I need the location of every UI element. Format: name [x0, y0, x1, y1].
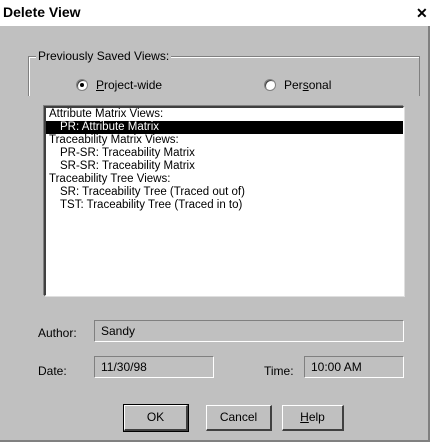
- list-item[interactable]: Traceability Tree Views:: [46, 173, 403, 186]
- personal-radio-indicator: [264, 79, 276, 91]
- dialog-title: Delete View: [3, 4, 81, 20]
- project-wide-radio[interactable]: Project-wide: [76, 78, 162, 92]
- ok-button[interactable]: OK: [123, 404, 189, 432]
- list-item[interactable]: PR-SR: Traceability Matrix: [46, 147, 403, 160]
- list-item[interactable]: SR: Traceability Tree (Traced out of): [46, 186, 403, 199]
- delete-view-dialog: Delete View ✕ Previously Saved Views: Pr…: [0, 0, 430, 442]
- project-wide-radio-indicator: [76, 79, 88, 91]
- list-item[interactable]: Attribute Matrix Views:: [46, 108, 403, 121]
- close-icon[interactable]: ✕: [416, 4, 430, 22]
- time-field: 10:00 AM: [304, 356, 404, 378]
- list-item[interactable]: TST: Traceability Tree (Traced in to): [46, 199, 403, 212]
- list-item[interactable]: PR: Attribute Matrix: [46, 121, 403, 134]
- list-item[interactable]: Traceability Matrix Views:: [46, 134, 403, 147]
- list-item[interactable]: SR-SR: Traceability Matrix: [46, 160, 403, 173]
- date-field: 11/30/98: [94, 356, 214, 378]
- help-button[interactable]: Help: [282, 405, 344, 431]
- cancel-button[interactable]: Cancel: [206, 405, 272, 431]
- author-label: Author:: [38, 326, 77, 340]
- author-field: Sandy: [94, 320, 404, 342]
- project-wide-radio-label: Project-wide: [96, 78, 163, 92]
- title-bar: Delete View ✕: [0, 0, 430, 26]
- personal-radio-label: Personal: [284, 78, 332, 92]
- saved-views-group-label: Previously Saved Views:: [36, 49, 172, 63]
- time-label: Time:: [264, 364, 294, 378]
- views-listbox[interactable]: Attribute Matrix Views: PR: Attribute Ma…: [44, 106, 404, 296]
- personal-radio[interactable]: Personal: [264, 78, 331, 92]
- date-label: Date:: [38, 364, 67, 378]
